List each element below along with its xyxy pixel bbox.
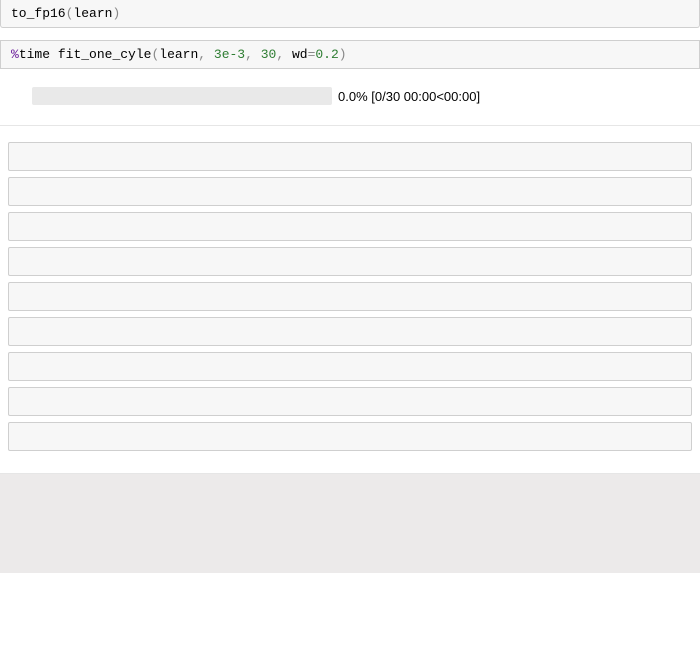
- empty-code-cell[interactable]: [8, 352, 692, 381]
- code-token: ,: [276, 47, 292, 62]
- progress-detail: [0/30 00:00<00:00]: [371, 89, 480, 104]
- footer-gap: [0, 473, 700, 573]
- notebook-page: to_fp16(learn) %time fit_one_cyle(learn,…: [0, 0, 700, 573]
- progress-label: 0.0% [0/30 00:00<00:00]: [338, 89, 480, 104]
- progress-bar: [32, 87, 332, 105]
- code-token: wd: [292, 47, 308, 62]
- code-token: time: [19, 47, 50, 62]
- code-token: 30: [261, 47, 277, 62]
- code-token: 3e-3: [214, 47, 245, 62]
- code-token: ,: [245, 47, 261, 62]
- code-token: 0.2: [315, 47, 338, 62]
- empty-code-cell[interactable]: [8, 317, 692, 346]
- cell-output: 0.0% [0/30 00:00<00:00]: [0, 81, 700, 111]
- empty-code-cell[interactable]: [8, 142, 692, 171]
- code-token: ): [112, 6, 120, 21]
- code-token: fit_one_cyle: [58, 47, 152, 62]
- code-cell-1[interactable]: to_fp16(learn): [0, 0, 700, 28]
- code-token: to_fp16: [11, 6, 66, 21]
- code-token: ): [339, 47, 347, 62]
- code-token: %: [11, 47, 19, 62]
- empty-code-cell[interactable]: [8, 212, 692, 241]
- empty-code-cell[interactable]: [8, 247, 692, 276]
- code-token: learn: [73, 6, 112, 21]
- progress-percent: 0.0%: [338, 89, 368, 104]
- empty-code-cell[interactable]: [8, 422, 692, 451]
- code-cell-2[interactable]: %time fit_one_cyle(learn, 3e-3, 30, wd=0…: [0, 40, 700, 69]
- empty-code-cell[interactable]: [8, 177, 692, 206]
- code-token: learn: [159, 47, 198, 62]
- empty-code-cell[interactable]: [8, 282, 692, 311]
- empty-cells-region: [0, 125, 700, 473]
- empty-code-cell[interactable]: [8, 387, 692, 416]
- code-token: [50, 47, 58, 62]
- code-token: ,: [198, 47, 214, 62]
